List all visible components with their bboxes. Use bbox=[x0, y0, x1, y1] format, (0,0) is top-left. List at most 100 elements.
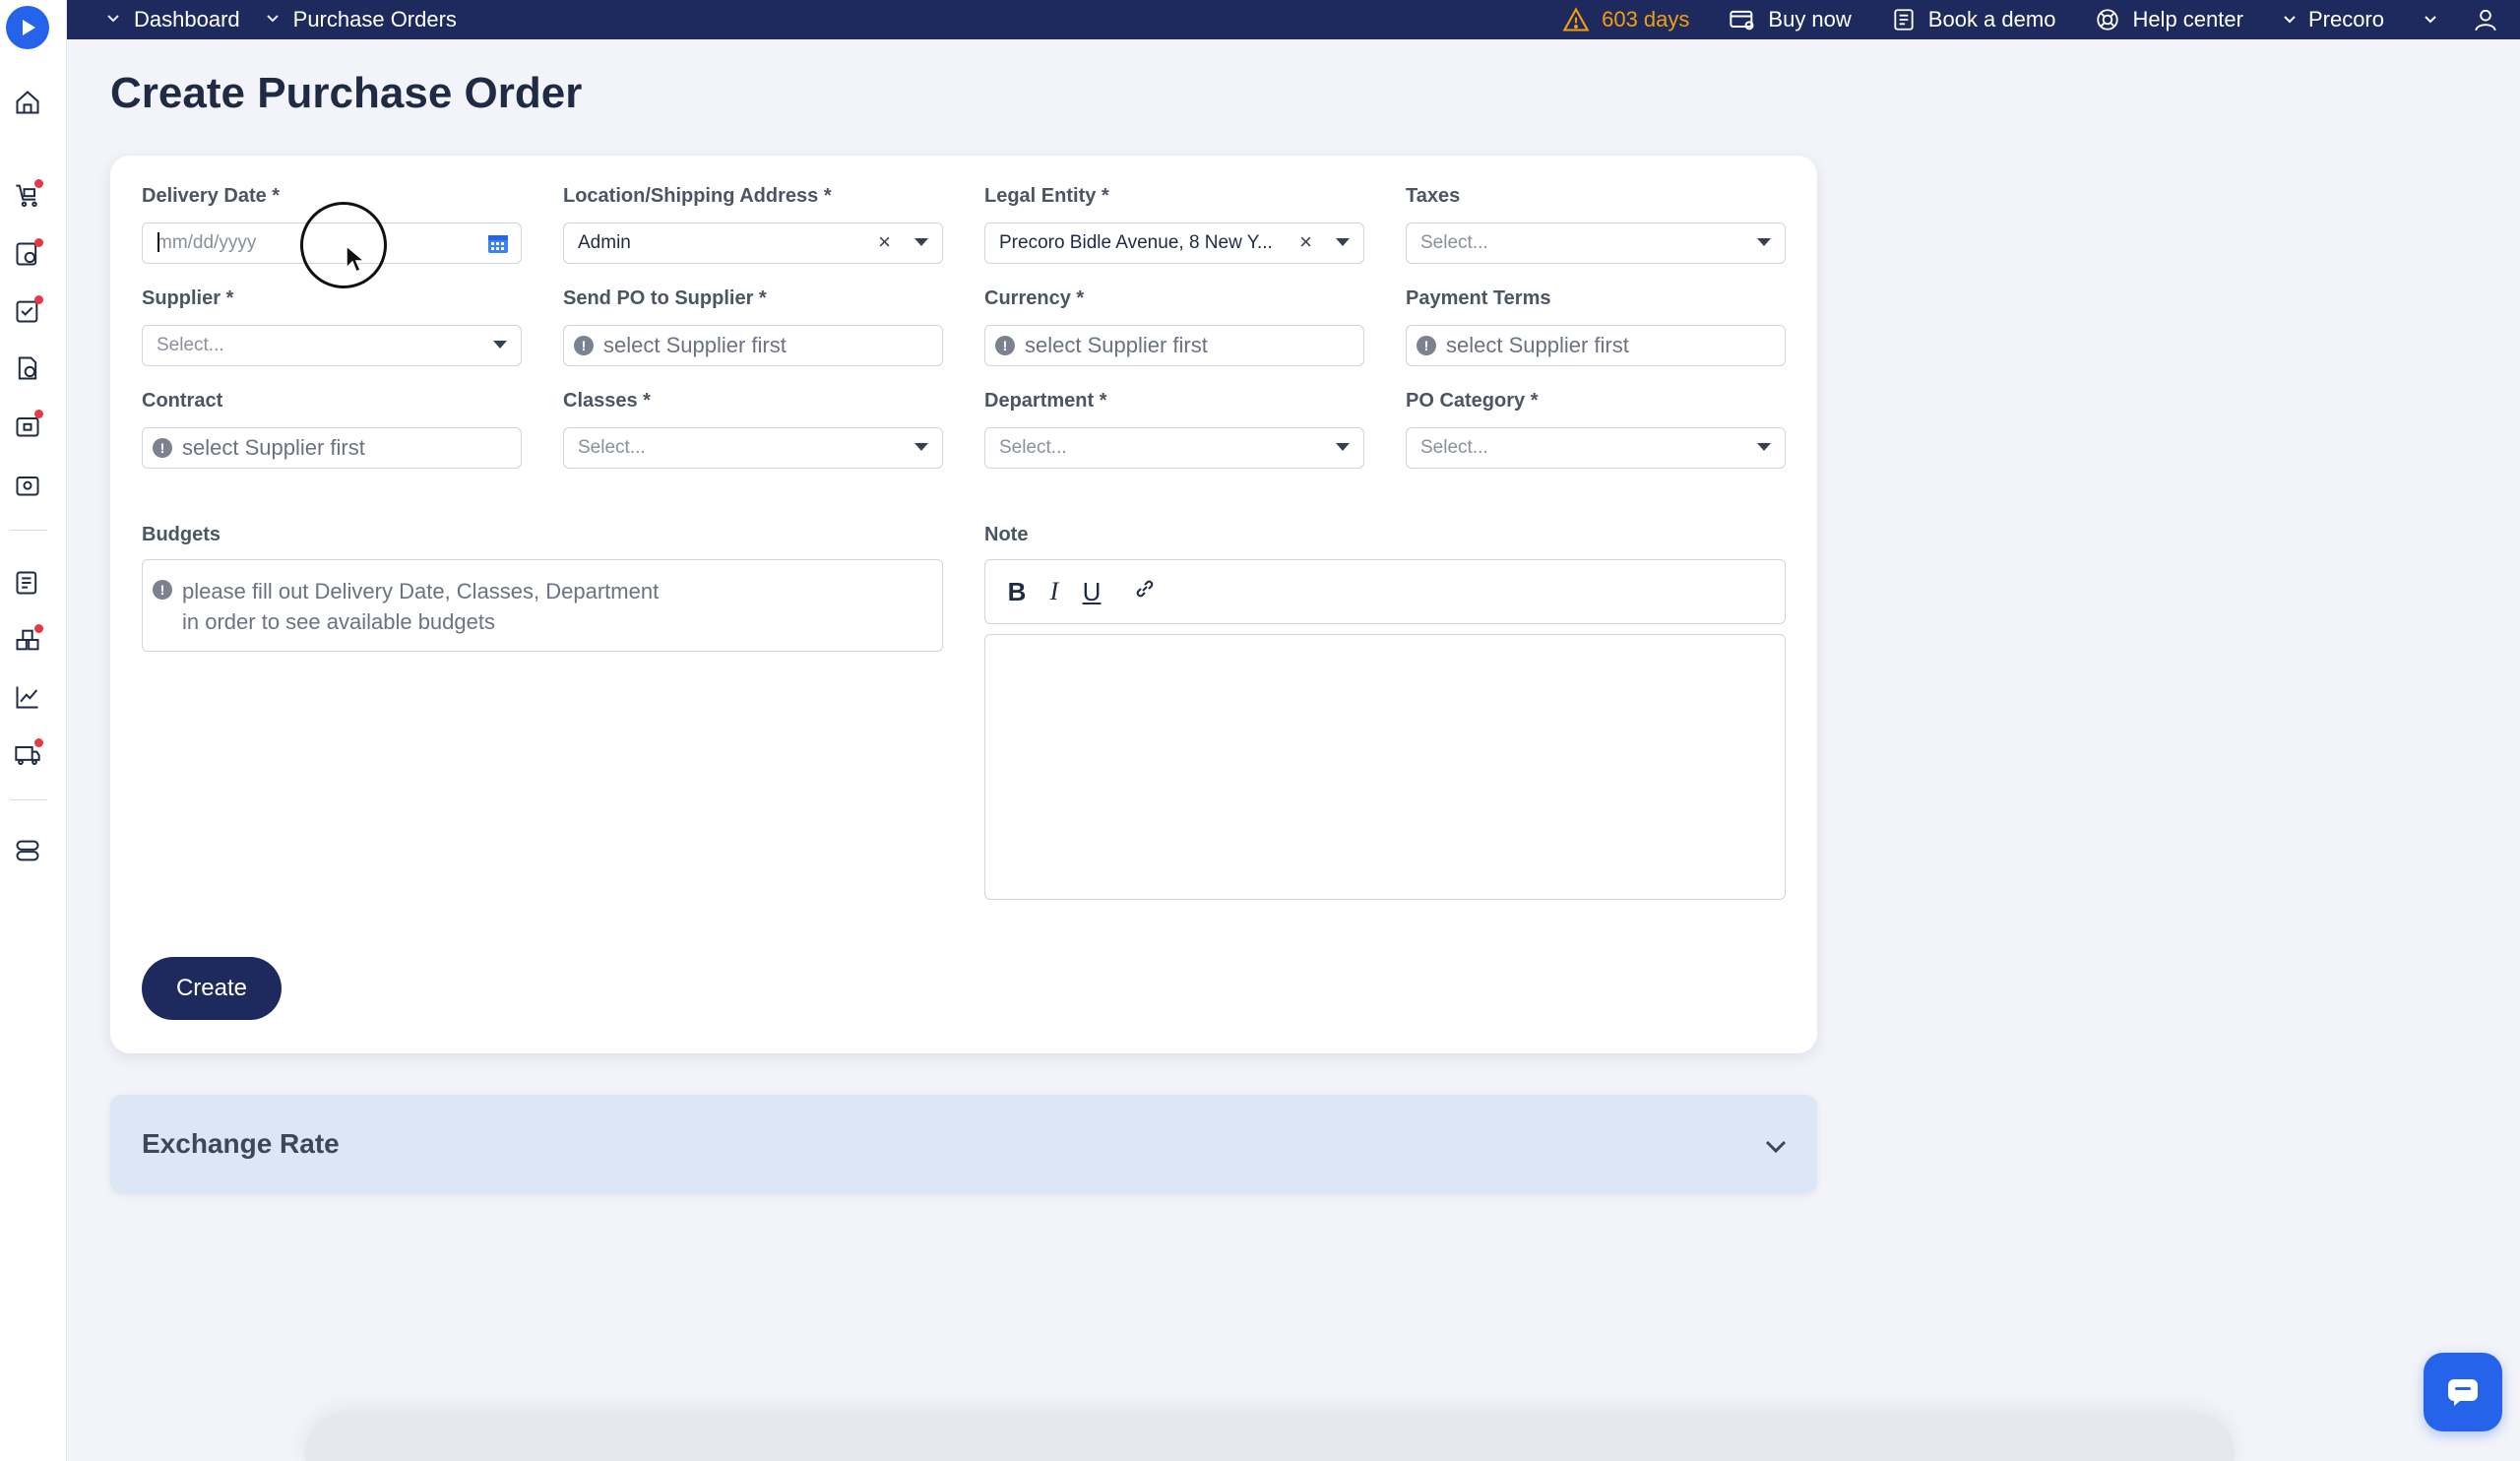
contract-label: Contract bbox=[142, 390, 223, 412]
breadcrumb-dashboard[interactable]: Dashboard bbox=[106, 7, 240, 32]
caret-down-icon bbox=[493, 341, 507, 349]
delivery-date-placeholder: mm/dd/yyyy bbox=[157, 232, 257, 253]
exchange-rate-title: Exchange Rate bbox=[142, 1128, 340, 1159]
legal-entity-label: Legal Entity * bbox=[984, 185, 1109, 207]
create-button[interactable]: Create bbox=[142, 957, 282, 1020]
suppliers-icon[interactable] bbox=[12, 738, 43, 770]
notification-dot bbox=[34, 738, 43, 747]
caret-down-icon bbox=[1336, 443, 1350, 451]
send-po-label: Send PO to Supplier * bbox=[563, 287, 767, 309]
currency-label: Currency * bbox=[984, 287, 1085, 309]
receipts-icon[interactable] bbox=[12, 410, 43, 441]
calendar-icon bbox=[1891, 7, 1917, 32]
notification-dot bbox=[34, 179, 43, 188]
taxes-placeholder: Select... bbox=[1420, 232, 1488, 253]
po-category-label: PO Category * bbox=[1406, 390, 1539, 412]
department-placeholder: Select... bbox=[999, 437, 1067, 458]
sidebar-divider bbox=[10, 799, 47, 800]
help-center-label: Help center bbox=[2132, 7, 2243, 32]
shopping-cart-icon[interactable] bbox=[12, 179, 43, 211]
text-caret bbox=[158, 232, 159, 252]
home-icon[interactable] bbox=[12, 87, 43, 118]
analytics-icon[interactable] bbox=[12, 681, 43, 713]
info-alert-icon: ! bbox=[1417, 336, 1436, 355]
invoices-icon[interactable] bbox=[12, 469, 43, 500]
info-alert-icon: ! bbox=[995, 336, 1015, 355]
location-select[interactable]: Admin × bbox=[563, 222, 943, 264]
underline-button[interactable]: U bbox=[1082, 577, 1102, 607]
breadcrumb-label: Purchase Orders bbox=[292, 7, 457, 32]
contract-value: select Supplier first bbox=[182, 435, 365, 460]
calendar-icon[interactable] bbox=[487, 232, 509, 260]
budgets-label: Budgets bbox=[142, 524, 220, 545]
approvals-icon[interactable] bbox=[12, 295, 43, 327]
payment-terms-field: ! select Supplier first bbox=[1406, 325, 1786, 366]
payment-terms-value: select Supplier first bbox=[1446, 333, 1629, 357]
taxes-select[interactable]: Select... bbox=[1406, 222, 1786, 264]
chevron-down-icon bbox=[2424, 15, 2437, 25]
budgets-icon[interactable] bbox=[12, 567, 43, 599]
send-po-field: ! select Supplier first bbox=[563, 325, 943, 366]
click-indicator bbox=[300, 202, 387, 288]
purchase-order-form: Delivery Date * mm/dd/yyyy Location/Ship… bbox=[110, 156, 1817, 1053]
exchange-rate-panel[interactable]: Exchange Rate bbox=[110, 1095, 1817, 1193]
department-label: Department * bbox=[984, 390, 1107, 412]
precoro-logo[interactable] bbox=[6, 6, 49, 49]
breadcrumb-label: Dashboard bbox=[134, 7, 240, 32]
help-center-link[interactable]: Help center bbox=[2095, 7, 2243, 32]
sidebar-divider bbox=[10, 530, 47, 531]
company-switcher[interactable]: Precoro bbox=[2283, 7, 2384, 32]
location-label: Location/Shipping Address * bbox=[563, 185, 832, 207]
breadcrumb-purchase-orders[interactable]: Purchase Orders bbox=[266, 7, 457, 32]
legal-entity-value: Precoro Bidle Avenue, 8 New Y... bbox=[999, 232, 1273, 253]
notification-dot bbox=[34, 624, 43, 633]
caret-down-icon bbox=[1757, 238, 1771, 246]
delivery-date-label: Delivery Date * bbox=[142, 185, 281, 207]
currency-field: ! select Supplier first bbox=[984, 325, 1364, 366]
notification-dot bbox=[34, 295, 43, 304]
credit-card-icon bbox=[1729, 8, 1756, 32]
classes-select[interactable]: Select... bbox=[563, 427, 943, 469]
budgets-message-line-1: please fill out Delivery Date, Classes, … bbox=[182, 579, 660, 603]
location-value: Admin bbox=[578, 232, 631, 253]
buy-now-link[interactable]: Buy now bbox=[1729, 7, 1852, 32]
budgets-notice: ! please fill out Delivery Date, Classes… bbox=[142, 559, 943, 652]
supplier-placeholder: Select... bbox=[157, 335, 224, 355]
info-alert-icon: ! bbox=[574, 336, 594, 355]
clear-icon[interactable]: × bbox=[878, 229, 891, 255]
supplier-select[interactable]: Select... bbox=[142, 325, 522, 366]
payment-terms-label: Payment Terms bbox=[1406, 287, 1551, 309]
requests-icon[interactable] bbox=[12, 238, 43, 270]
supplier-label: Supplier * bbox=[142, 287, 234, 309]
caret-down-icon bbox=[914, 238, 928, 246]
note-textarea[interactable] bbox=[984, 634, 1786, 900]
legal-entity-select[interactable]: Precoro Bidle Avenue, 8 New Y... × bbox=[984, 222, 1364, 264]
settings-toggle-icon[interactable] bbox=[12, 835, 43, 866]
classes-label: Classes * bbox=[563, 390, 651, 412]
chevron-down-icon bbox=[266, 11, 280, 29]
top-navigation-bar: Dashboard Purchase Orders 603 days Buy n… bbox=[67, 0, 2520, 39]
purchase-orders-icon[interactable] bbox=[12, 352, 43, 384]
book-demo-label: Book a demo bbox=[1927, 7, 2056, 32]
po-category-select[interactable]: Select... bbox=[1406, 427, 1786, 469]
inventory-icon[interactable] bbox=[12, 624, 43, 656]
buy-now-label: Buy now bbox=[1768, 7, 1852, 32]
send-po-value: select Supplier first bbox=[603, 333, 787, 357]
info-alert-icon: ! bbox=[153, 438, 172, 458]
chevron-down-icon[interactable] bbox=[1764, 1130, 1788, 1162]
book-demo-link[interactable]: Book a demo bbox=[1891, 7, 2056, 32]
sidebar bbox=[0, 0, 67, 1461]
clear-icon[interactable]: × bbox=[1299, 229, 1312, 255]
trial-days-indicator[interactable]: 603 days bbox=[1562, 7, 1689, 32]
department-select[interactable]: Select... bbox=[984, 427, 1364, 469]
classes-placeholder: Select... bbox=[578, 437, 646, 458]
chat-support-button[interactable] bbox=[2424, 1353, 2502, 1431]
warning-icon bbox=[1562, 7, 1590, 32]
user-menu[interactable] bbox=[2424, 7, 2498, 32]
bold-button[interactable]: B bbox=[1007, 577, 1027, 607]
italic-button[interactable]: I bbox=[1044, 577, 1064, 606]
link-icon[interactable] bbox=[1133, 577, 1154, 607]
page-title: Create Purchase Order bbox=[110, 69, 583, 117]
user-icon bbox=[2473, 7, 2498, 32]
po-category-placeholder: Select... bbox=[1420, 437, 1488, 458]
